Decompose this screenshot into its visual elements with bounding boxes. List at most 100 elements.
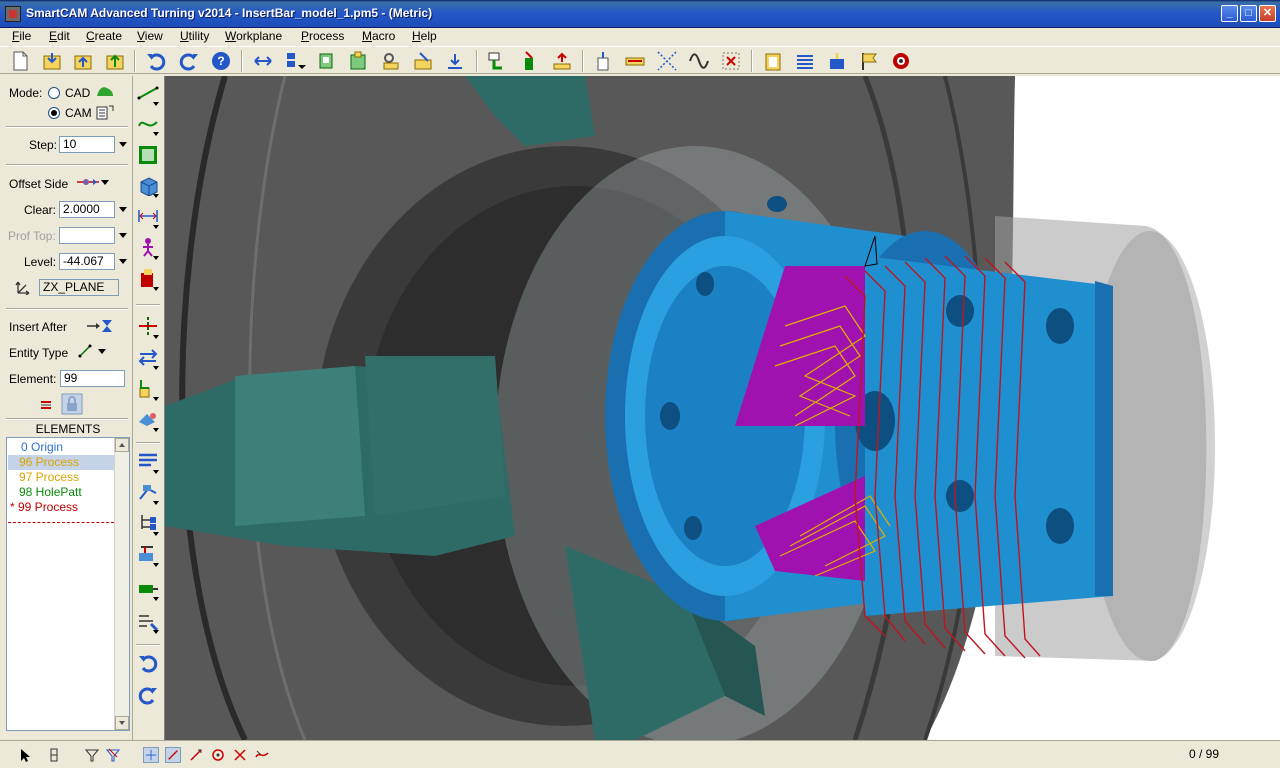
fill-icon[interactable] <box>137 408 159 430</box>
list-item[interactable]: 98 HolePatt <box>8 485 114 500</box>
curve-icon[interactable] <box>137 112 159 134</box>
intersection-snap-icon[interactable] <box>232 747 248 763</box>
toolpath-icon[interactable] <box>137 610 159 632</box>
edit-icon[interactable] <box>380 50 402 72</box>
scroll-down-button[interactable] <box>115 716 129 730</box>
line-snap-icon[interactable] <box>165 747 181 763</box>
rectangle-icon[interactable] <box>137 144 159 166</box>
level-dropdown-arrow[interactable] <box>119 259 127 264</box>
menu-process[interactable]: Process <box>301 28 344 46</box>
list-item[interactable]: 97 Process <box>8 470 114 485</box>
center-snap-icon[interactable] <box>210 747 226 763</box>
menu-workplane[interactable]: Workplane <box>225 28 282 46</box>
insert-after-icon[interactable] <box>86 318 114 334</box>
select-arrow-icon[interactable] <box>18 747 34 763</box>
align-icon[interactable] <box>444 50 466 72</box>
maximize-button[interactable]: □ <box>1240 5 1257 22</box>
move-icon[interactable] <box>137 377 159 399</box>
menu-macro[interactable]: Macro <box>362 28 395 46</box>
open-file-icon[interactable] <box>41 50 63 72</box>
layout-icon[interactable] <box>284 50 306 72</box>
tangent-snap-icon[interactable] <box>254 747 270 763</box>
select-icon[interactable] <box>486 50 508 72</box>
menu-utility[interactable]: Utility <box>180 28 209 46</box>
dimension-icon[interactable] <box>137 205 159 227</box>
elements-list[interactable]: 0 Origin 96 Process 97 Process 98 HolePa… <box>6 437 130 731</box>
menu-edit[interactable]: Edit <box>49 28 70 46</box>
stack-icon[interactable] <box>137 267 159 289</box>
undo-icon[interactable] <box>145 50 167 72</box>
prof-top-dropdown-arrow[interactable] <box>119 233 127 238</box>
offset-side-dropdown-arrow[interactable] <box>101 180 109 185</box>
elements-scrollbar[interactable] <box>114 438 129 730</box>
close-button[interactable]: ✕ <box>1259 5 1276 22</box>
offset-side-icon[interactable] <box>76 176 100 188</box>
wave-icon[interactable] <box>656 50 678 72</box>
redo-icon[interactable] <box>178 50 200 72</box>
clipboard-icon[interactable] <box>762 50 784 72</box>
grid-icon[interactable] <box>551 50 573 72</box>
move-view-icon[interactable] <box>252 50 274 72</box>
edit-tool-icon[interactable] <box>137 543 159 565</box>
redo-icon[interactable] <box>137 684 159 706</box>
filter-funnel-icon[interactable] <box>84 747 100 763</box>
entity-line-icon[interactable] <box>78 344 92 358</box>
minimize-button[interactable]: _ <box>1221 5 1238 22</box>
chain-icon[interactable] <box>46 747 62 763</box>
wave-icon[interactable] <box>688 50 710 72</box>
menu-file[interactable]: File <box>12 28 31 46</box>
copy-icon[interactable] <box>316 50 338 72</box>
level-field[interactable]: -44.067 <box>59 253 115 270</box>
tool-path-icon[interactable] <box>137 481 159 503</box>
step-dropdown-arrow[interactable] <box>119 142 127 147</box>
insert-icon[interactable] <box>412 50 434 72</box>
list-item[interactable]: 0 Origin <box>8 440 114 455</box>
list-item-selected[interactable]: 96 Process <box>8 455 114 470</box>
snap-icon[interactable] <box>105 747 121 763</box>
step-field[interactable]: 10 <box>59 136 115 153</box>
menu-create[interactable]: Create <box>86 28 122 46</box>
chart-icon[interactable] <box>518 50 540 72</box>
workplane-field[interactable]: ZX_PLANE <box>39 279 119 296</box>
save-icon[interactable] <box>104 50 126 72</box>
process-icon[interactable] <box>137 577 159 599</box>
new-file-icon[interactable] <box>9 50 31 72</box>
menu-help[interactable]: Help <box>412 28 437 46</box>
toolbar-separator <box>241 50 243 72</box>
tree-icon[interactable] <box>137 512 159 534</box>
list-icon[interactable] <box>137 450 159 472</box>
list-item[interactable]: * 99 Process <box>8 500 114 515</box>
measure-icon[interactable] <box>592 50 614 72</box>
figure-icon[interactable] <box>137 236 159 258</box>
settings-gear-icon[interactable] <box>890 50 912 72</box>
split-icon[interactable] <box>137 315 159 337</box>
clear-field[interactable]: 2.0000 <box>59 201 115 218</box>
part-model-render[interactable] <box>165 76 1280 740</box>
entity-type-dropdown-arrow[interactable] <box>98 349 106 354</box>
cube-icon[interactable] <box>137 174 159 196</box>
flag-icon[interactable] <box>858 50 880 72</box>
menu-view[interactable]: View <box>137 28 163 46</box>
transform-icon[interactable] <box>624 50 646 72</box>
help-icon[interactable]: ? <box>210 50 232 72</box>
mode-cam-radio[interactable] <box>48 107 60 119</box>
tool-icon[interactable] <box>826 50 848 72</box>
mode-cad-radio[interactable] <box>48 87 60 99</box>
filter-icon[interactable] <box>39 398 53 412</box>
clear-dropdown-arrow[interactable] <box>119 207 127 212</box>
prof-top-field[interactable] <box>59 227 115 244</box>
lock-icon[interactable] <box>61 393 83 415</box>
line-icon[interactable] <box>137 82 159 104</box>
undo-icon[interactable] <box>137 652 159 674</box>
swap-icon[interactable] <box>137 346 159 368</box>
element-field[interactable]: 99 <box>60 370 125 387</box>
open-folder-up-icon[interactable] <box>72 50 94 72</box>
scroll-up-button[interactable] <box>115 438 129 452</box>
paste-icon[interactable] <box>347 50 369 72</box>
spring-icon[interactable] <box>794 50 816 72</box>
workplane-icon[interactable] <box>15 279 33 295</box>
delete-icon[interactable] <box>720 50 742 72</box>
crosshair-icon[interactable] <box>143 747 159 763</box>
graphics-viewport[interactable] <box>164 76 1280 740</box>
endpoint-snap-icon[interactable] <box>188 747 204 763</box>
